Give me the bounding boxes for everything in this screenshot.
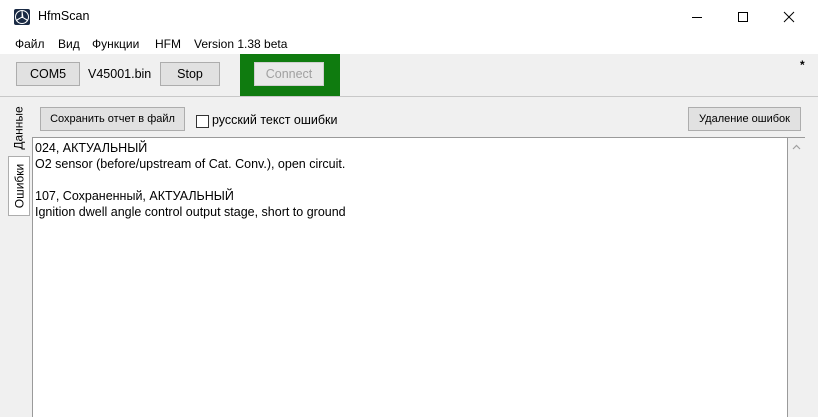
error-line: Ignition dwell angle control output stag… <box>35 205 346 219</box>
error-line: 107, Сохраненный, АКТУАЛЬНЫЙ <box>35 189 234 203</box>
status-mark: * <box>800 58 805 72</box>
menu-file[interactable]: Файл <box>15 37 45 51</box>
connect-highlight: Connect <box>240 54 340 96</box>
tab-errors[interactable]: Ошибки <box>8 156 30 216</box>
menu-view[interactable]: Вид <box>58 37 80 51</box>
connect-button[interactable]: Connect <box>254 62 324 86</box>
chevron-up-icon <box>792 144 801 149</box>
tab-data-label: Данные <box>12 106 27 150</box>
menu-version[interactable]: Version 1.38 beta <box>194 37 287 51</box>
window-title: HfmScan <box>38 9 90 23</box>
russian-text-checkbox[interactable] <box>196 115 209 128</box>
tab-data[interactable]: Данные <box>8 102 30 154</box>
title-bar: HfmScan <box>0 0 818 34</box>
error-line: 024, АКТУАЛЬНЫЙ <box>35 141 148 155</box>
close-button[interactable] <box>766 0 812 34</box>
menu-hfm[interactable]: HFM <box>155 37 181 51</box>
close-icon <box>783 11 795 23</box>
error-log-textarea[interactable]: 024, АКТУАЛЬНЫЙ O2 sensor (before/upstre… <box>32 137 788 417</box>
loaded-file-label: V45001.bin <box>88 67 152 81</box>
menu-bar: Файл Вид Функции HFM Version 1.38 beta <box>0 34 818 54</box>
minimize-button[interactable] <box>674 0 720 34</box>
tab-errors-label: Ошибки <box>12 163 26 209</box>
error-line: O2 sensor (before/upstream of Cat. Conv.… <box>35 157 346 171</box>
russian-text-checkbox-label[interactable]: русский текст ошибки <box>212 113 338 127</box>
vertical-scrollbar[interactable] <box>788 137 805 417</box>
app-icon <box>14 9 30 25</box>
toolbar-divider <box>0 96 818 97</box>
clear-errors-button[interactable]: Удаление ошибок <box>688 107 801 131</box>
side-tab-strip: Данные Ошибки <box>8 100 30 417</box>
scroll-up-button[interactable] <box>788 138 805 155</box>
menu-functions[interactable]: Функции <box>92 37 139 51</box>
minimize-icon <box>692 17 702 18</box>
stop-button[interactable]: Stop <box>160 62 220 86</box>
maximize-button[interactable] <box>720 0 766 34</box>
com-port-button[interactable]: COM5 <box>16 62 80 86</box>
save-report-button[interactable]: Сохранить отчет в файл <box>40 107 185 131</box>
window-edge <box>805 137 818 417</box>
maximize-icon <box>738 12 748 22</box>
